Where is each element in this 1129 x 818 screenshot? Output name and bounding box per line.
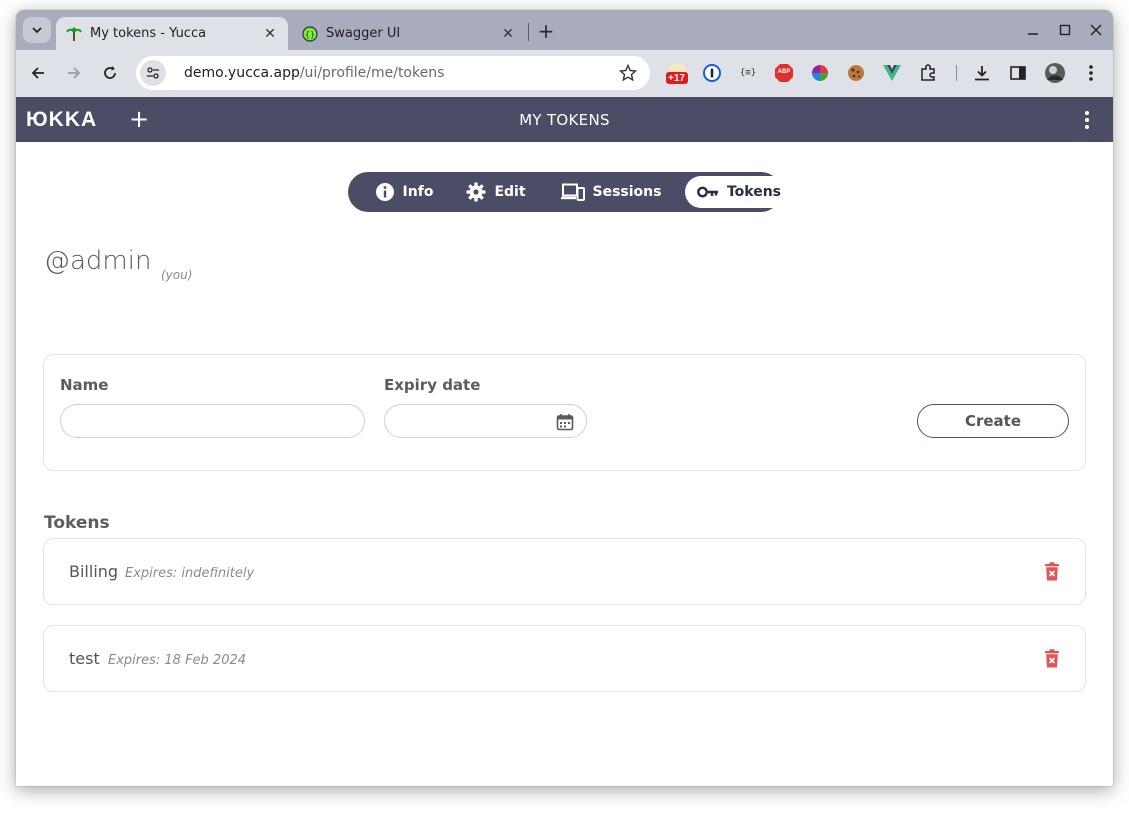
tab-label: Sessions — [592, 184, 662, 200]
tab-info[interactable]: Info — [362, 176, 446, 208]
create-button[interactable]: Create — [917, 404, 1069, 438]
name-label: Name — [60, 376, 109, 394]
json-extension-icon[interactable]: {≡} — [738, 63, 758, 83]
swagger-icon: {} — [302, 25, 318, 42]
site-settings-icon[interactable] — [140, 60, 166, 86]
minimize-icon[interactable] — [1021, 20, 1045, 40]
more-menu-icon[interactable] — [1077, 109, 1097, 131]
extension-badge: +17 — [668, 73, 685, 84]
delete-token-button[interactable] — [1043, 561, 1061, 581]
tab-label: Tokens — [726, 184, 782, 200]
avatar[interactable] — [1044, 62, 1066, 84]
create-token-form: Name Expiry date Create — [43, 354, 1086, 471]
url-path: /ui/profile/me/tokens — [299, 65, 445, 81]
tab-search-button[interactable] — [23, 17, 51, 43]
expiry-label: Expiry date — [384, 376, 481, 394]
trash-icon — [1045, 561, 1059, 580]
username: @admin — [44, 246, 152, 276]
list-item: test Expires: 18 Feb 2024 — [43, 625, 1086, 692]
color-picker-icon[interactable] — [810, 63, 830, 83]
devices-icon — [560, 183, 585, 201]
password-manager-icon[interactable] — [702, 63, 722, 83]
bookmark-star-icon[interactable] — [618, 63, 638, 83]
svg-text:{}: {} — [305, 30, 315, 39]
tab-edit[interactable]: Edit — [454, 176, 538, 208]
app-bar: ЮKKA + MY TOKENS — [16, 97, 1113, 142]
vue-devtools-icon[interactable] — [882, 63, 902, 83]
name-input[interactable] — [60, 404, 365, 438]
palm-tree-icon — [66, 26, 82, 42]
tab-tokens[interactable]: Tokens — [685, 176, 793, 208]
main-content: Info Edit Sessions Tokens @admin (you) N… — [16, 142, 1113, 786]
gear-icon — [466, 182, 486, 202]
new-tab-button[interactable]: + — [534, 19, 558, 43]
side-panel-icon[interactable] — [1008, 63, 1028, 83]
popcorn-extension-icon[interactable]: +17 — [666, 61, 688, 85]
tab-sessions[interactable]: Sessions — [548, 176, 674, 208]
info-icon — [375, 183, 394, 201]
tab-title: Swagger UI — [326, 26, 401, 41]
tab-label: Edit — [494, 184, 526, 200]
tab-my-tokens[interactable]: My tokens - Yucca ✕ — [56, 17, 288, 50]
list-item: Billing Expires: indefinitely — [43, 538, 1086, 605]
you-label: (you) — [161, 268, 193, 282]
close-icon[interactable]: ✕ — [260, 24, 280, 44]
window-close-icon[interactable] — [1084, 20, 1108, 40]
download-icon[interactable] — [972, 63, 992, 83]
calendar-icon[interactable] — [555, 412, 575, 432]
page-title: MY TOKENS — [519, 111, 610, 129]
token-expiry: Expires: indefinitely — [125, 566, 255, 581]
chevron-down-icon — [32, 27, 42, 34]
browser-menu-icon[interactable] — [1081, 63, 1101, 83]
url-text: demo.yucca.app/ui/profile/me/tokens — [184, 65, 444, 81]
cookie-icon[interactable] — [846, 63, 866, 83]
tokens-section-title: Tokens — [44, 513, 110, 533]
maximize-icon[interactable] — [1053, 20, 1077, 40]
tab-separator — [528, 23, 529, 41]
browser-toolbar: demo.yucca.app/ui/profile/me/tokens +17 … — [16, 50, 1113, 97]
back-icon[interactable] — [26, 61, 50, 85]
delete-token-button[interactable] — [1043, 648, 1061, 668]
forward-icon[interactable] — [62, 61, 86, 85]
trash-icon — [1045, 648, 1059, 667]
key-icon — [697, 186, 718, 198]
token-expiry: Expires: 18 Feb 2024 — [108, 653, 247, 668]
toolbar-separator — [956, 65, 957, 81]
close-icon[interactable]: ✕ — [498, 24, 518, 44]
adblock-icon[interactable]: ABP — [774, 63, 794, 83]
extensions-puzzle-icon[interactable] — [918, 63, 938, 83]
url-host: demo.yucca.app — [184, 65, 300, 81]
profile-tabs: Info Edit Sessions Tokens — [348, 172, 793, 212]
tab-label: Info — [402, 184, 434, 200]
tab-swagger-ui[interactable]: {} Swagger UI ✕ — [292, 17, 526, 50]
browser-window: My tokens - Yucca ✕ {} Swagger UI ✕ + de… — [16, 10, 1113, 786]
token-name: test — [69, 649, 100, 668]
reload-icon[interactable] — [98, 61, 122, 85]
adblock-label: ABP — [777, 69, 791, 75]
tab-strip: My tokens - Yucca ✕ {} Swagger UI ✕ + — [16, 10, 1113, 50]
tab-title: My tokens - Yucca — [90, 26, 207, 41]
address-bar[interactable]: demo.yucca.app/ui/profile/me/tokens — [136, 56, 650, 90]
token-name: Billing — [69, 562, 119, 581]
